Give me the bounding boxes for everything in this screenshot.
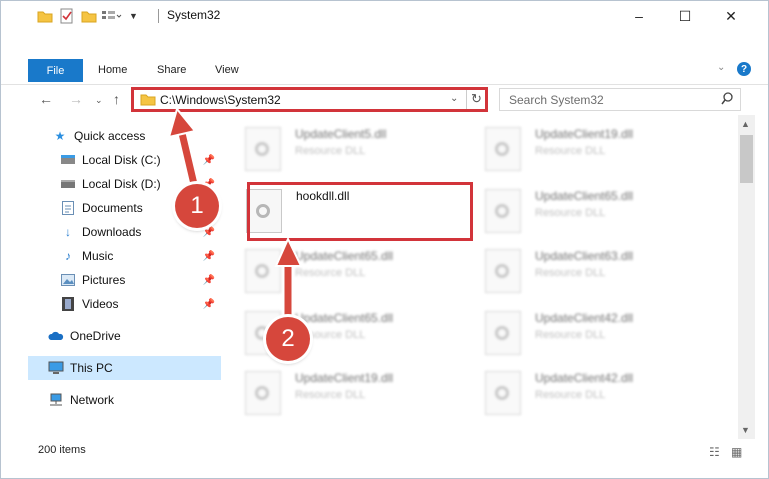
step-2-badge: 2 xyxy=(266,317,310,361)
arrow-2 xyxy=(274,236,303,319)
annotation-arrows xyxy=(167,106,303,319)
explorer-window: ▼ System32 – ☐ ✕ File Home Share View ⌄ … xyxy=(0,0,769,479)
step-1-badge: 1 xyxy=(175,184,219,228)
